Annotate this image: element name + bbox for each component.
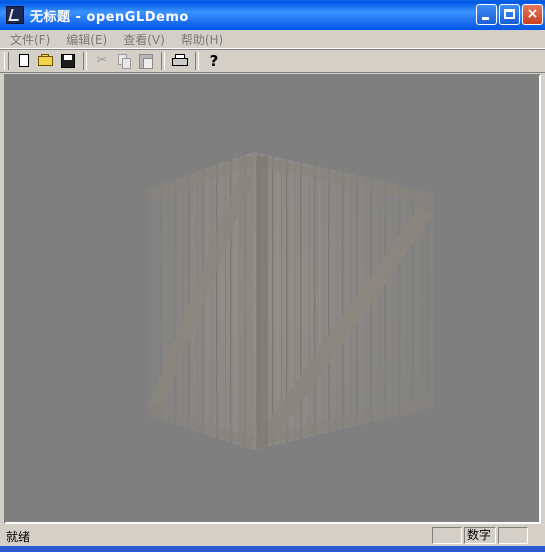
copy-button[interactable]	[113, 51, 135, 71]
maximize-button[interactable]	[499, 4, 520, 25]
crate-scene	[6, 76, 539, 522]
printer-icon	[172, 58, 188, 66]
fog-overlay	[6, 76, 539, 522]
toolbar-grip[interactable]	[4, 52, 9, 70]
minimize-icon	[482, 17, 489, 20]
help-button[interactable]: ?	[203, 51, 225, 71]
toolbar-separator	[195, 52, 199, 70]
paste-button[interactable]	[135, 51, 157, 71]
paste-icon-sheet	[143, 58, 153, 69]
save-button[interactable]	[57, 51, 79, 71]
help-question-icon: ?	[209, 52, 219, 70]
title-bar[interactable]: 无标题 - openGLDemo ×	[0, 0, 545, 30]
new-button[interactable]	[13, 51, 35, 71]
opengl-viewport[interactable]	[4, 74, 541, 524]
menu-edit[interactable]: 编辑(E)	[56, 31, 113, 48]
window-title: 无标题 - openGLDemo	[30, 9, 189, 25]
window-controls: ×	[476, 4, 543, 25]
minimize-button[interactable]	[476, 4, 497, 25]
menu-file[interactable]: 文件(F)	[0, 31, 56, 48]
status-text: 就绪	[6, 530, 31, 544]
close-icon: ×	[526, 6, 539, 22]
status-pane-caps	[432, 527, 462, 544]
new-document-icon	[19, 54, 29, 67]
taskbar-edge	[0, 546, 545, 552]
menu-help[interactable]: 帮助(H)	[171, 31, 229, 48]
floppy-label	[64, 55, 72, 60]
maximize-icon	[504, 9, 515, 19]
toolbar-separator	[161, 52, 165, 70]
open-button[interactable]	[35, 51, 57, 71]
app-icon[interactable]	[6, 6, 24, 24]
close-button[interactable]: ×	[522, 4, 543, 25]
status-pane-scroll	[498, 527, 528, 544]
cut-button[interactable]: ✂	[91, 51, 113, 71]
print-button[interactable]	[169, 51, 191, 71]
app-window: 无标题 - openGLDemo × 文件(F) 编辑(E) 查看(V) 帮助(…	[0, 0, 545, 552]
copy-icon-front	[122, 58, 131, 69]
toolbar: ✂ ?	[0, 49, 545, 73]
folder-open-icon	[38, 56, 53, 66]
status-pane-num: 数字	[464, 527, 496, 544]
menu-view[interactable]: 查看(V)	[113, 31, 171, 48]
status-bar: 就绪 数字	[0, 526, 545, 546]
toolbar-separator	[83, 52, 87, 70]
scissors-icon: ✂	[96, 53, 108, 68]
menu-bar: 文件(F) 编辑(E) 查看(V) 帮助(H)	[0, 30, 545, 49]
